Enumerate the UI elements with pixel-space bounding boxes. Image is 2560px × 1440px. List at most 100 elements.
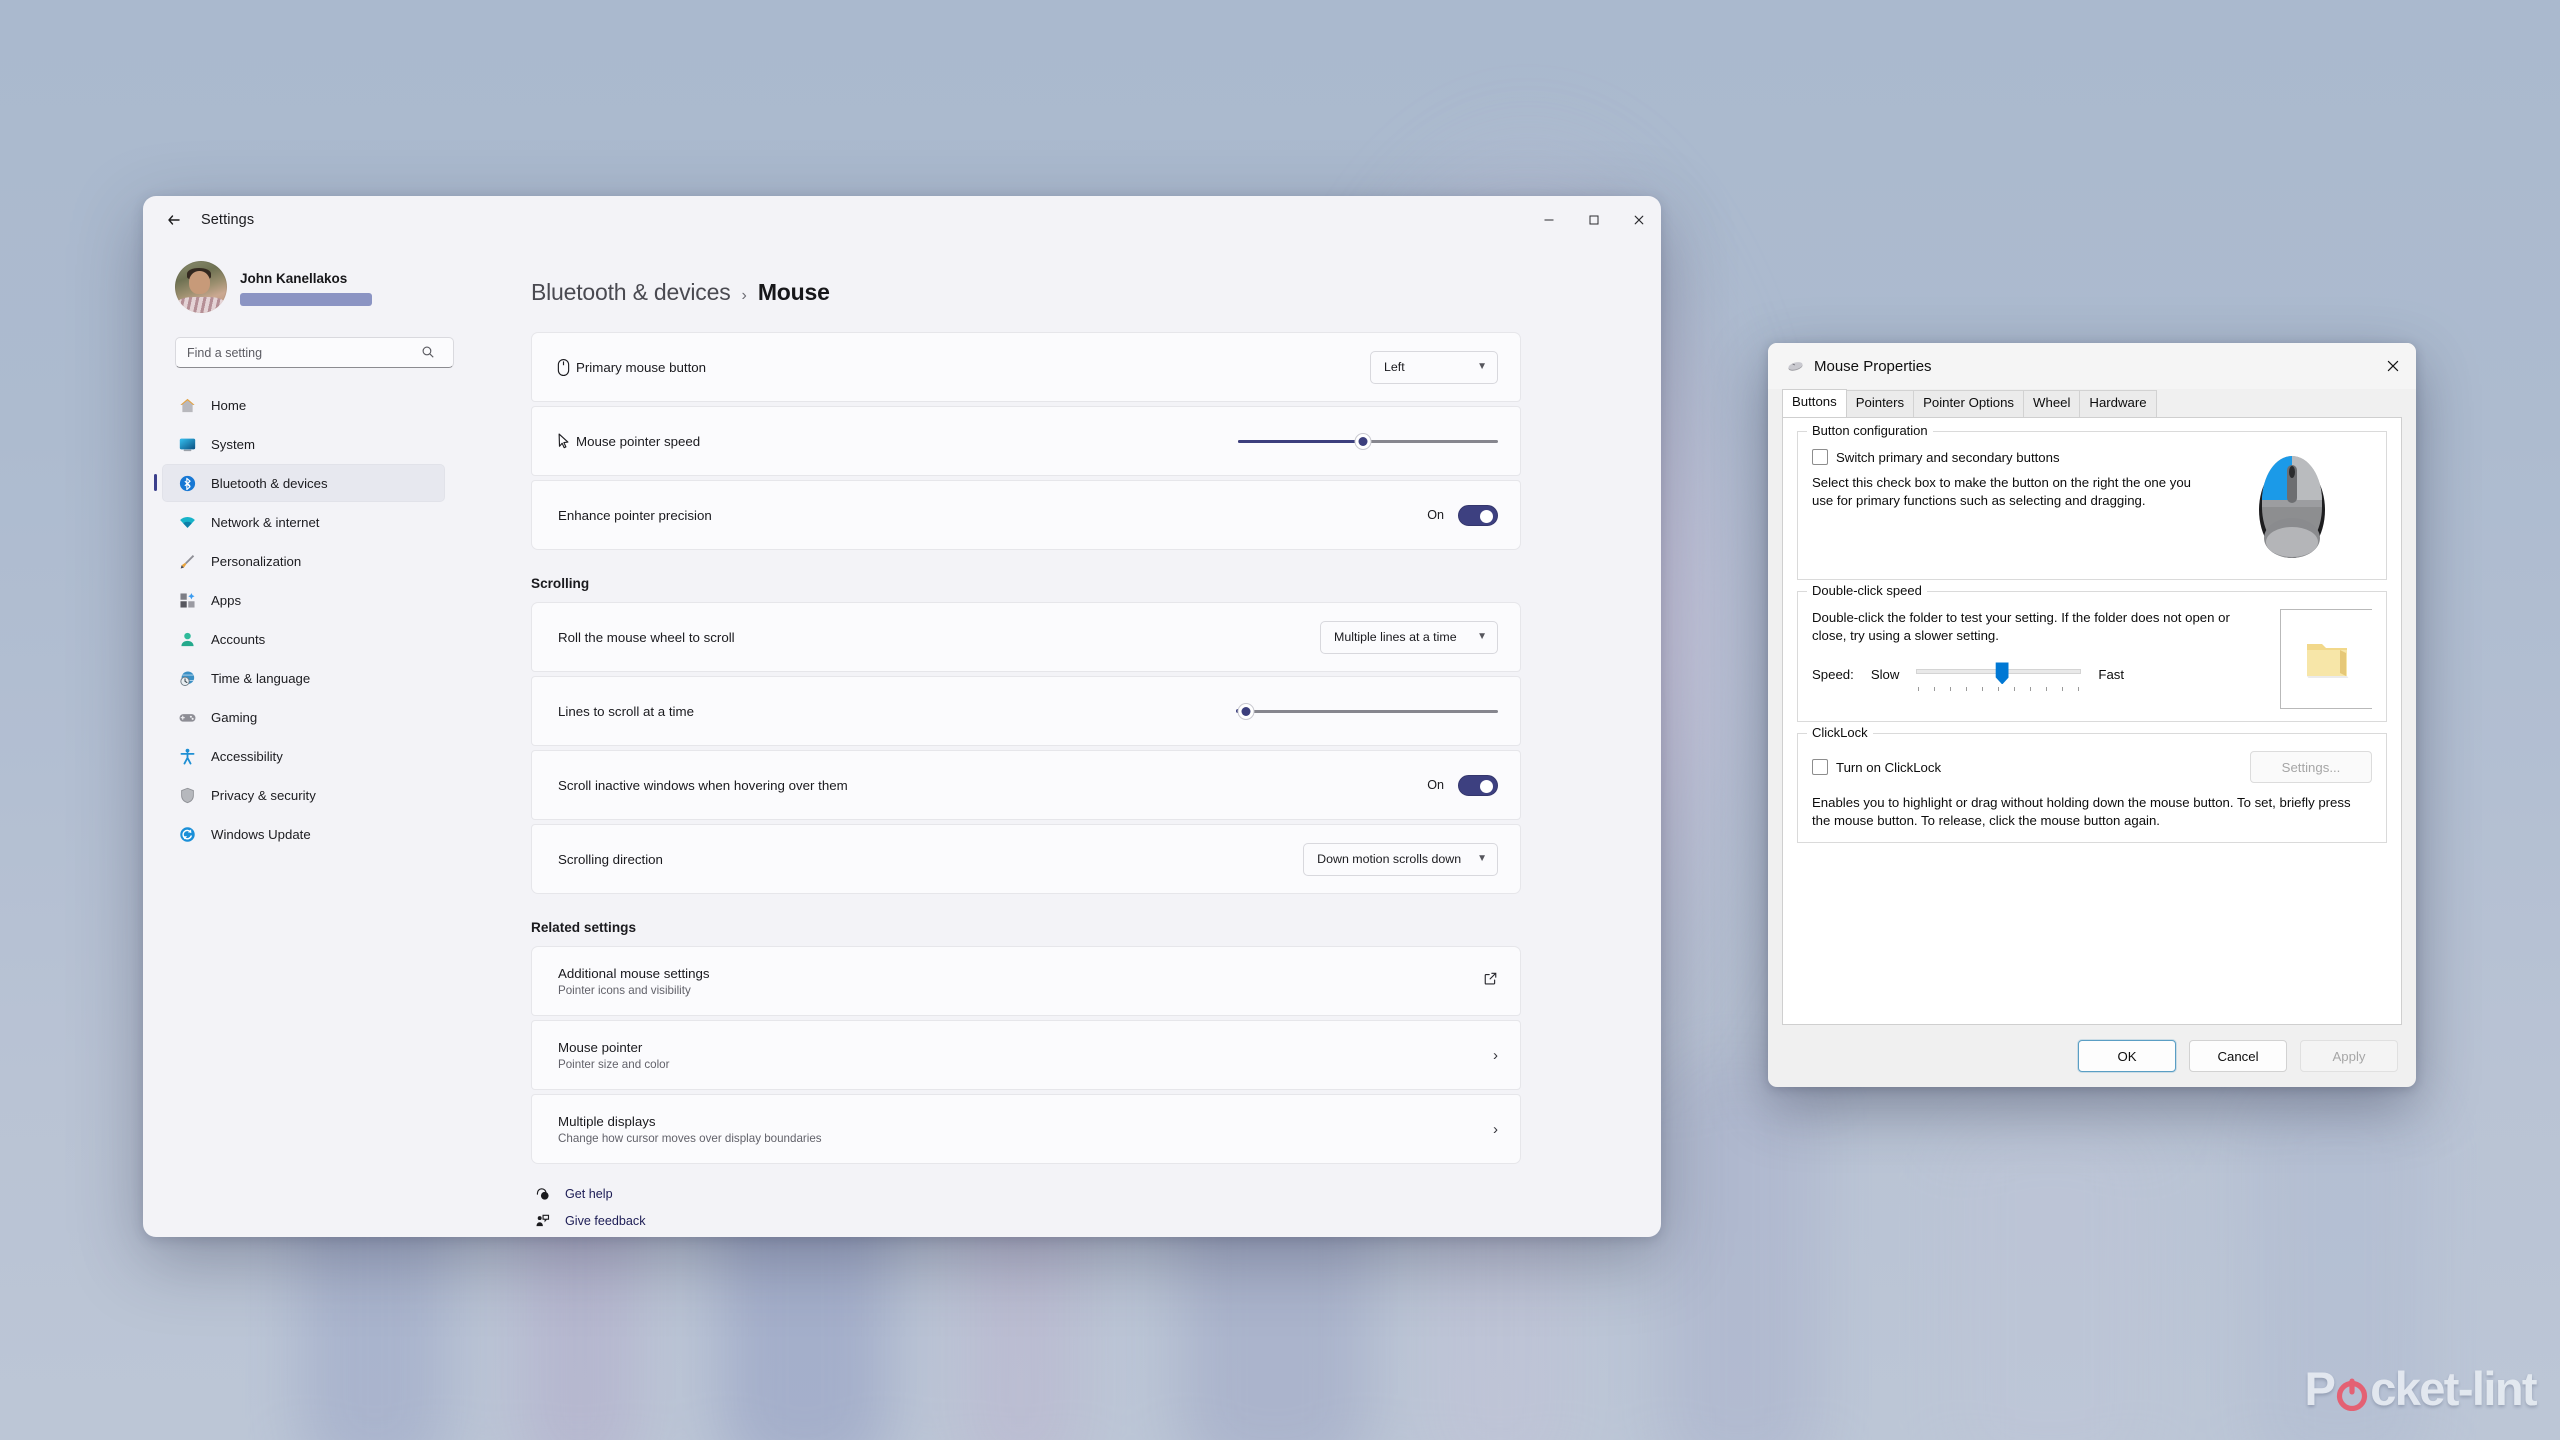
group-clicklock: ClickLock Turn on ClickLock Settings... … [1797,725,2387,844]
group-description: Select this check box to make the button… [1812,475,2192,509]
close-button[interactable] [1616,196,1661,243]
row-scrolling-direction[interactable]: Scrolling direction Down motion scrolls … [531,824,1521,894]
row-multiple-displays[interactable]: Multiple displays Change how cursor move… [531,1094,1521,1164]
roll-mouse-wheel-dropdown[interactable]: Multiple lines at a time ▼ [1320,620,1498,654]
lines-to-scroll-slider[interactable] [1236,701,1498,721]
sidebar-item-accounts[interactable]: Accounts [162,620,445,658]
sidebar-item-home[interactable]: Home [162,386,445,424]
apply-button: Apply [2300,1040,2398,1072]
sidebar-item-accessibility[interactable]: Accessibility [162,737,445,775]
chevron-down-icon: ▼ [1477,631,1487,642]
page-title: Mouse [757,279,830,305]
give-feedback-link[interactable]: Give feedback [531,1213,1521,1228]
group-description: Enables you to highlight or drag without… [1812,795,2351,829]
scrolling-section-heading: Scrolling [531,576,590,591]
switch-buttons-checkbox-row[interactable]: Switch primary and secondary buttons [1812,449,2198,465]
minimize-button[interactable] [1526,196,1571,243]
row-mouse-pointer-speed[interactable]: Mouse pointer speed [531,406,1521,476]
sidebar-item-label: Apps [211,592,242,608]
slider-thumb[interactable] [1237,702,1255,720]
tab-pointer-options[interactable]: Pointer Options [1913,390,2025,417]
row-enhance-pointer-precision[interactable]: Enhance pointer precision On [531,480,1521,550]
back-button[interactable] [156,205,192,235]
mouse-properties-dialog: Mouse Properties Buttons Pointers Pointe… [1768,343,2416,1087]
folder-preview-image[interactable] [2280,609,2372,709]
group-description: Double-click the folder to test your set… [1812,610,2230,644]
row-label: Mouse pointer speed [576,433,701,449]
sidebar-item-windows-update[interactable]: Windows Update [162,815,445,853]
sidebar-item-label: Accessibility [211,748,283,764]
search-input[interactable]: Find a setting [175,337,454,368]
get-help-link[interactable]: ? Get help [531,1186,1521,1201]
sidebar-item-network-internet[interactable]: Network & internet [162,503,445,541]
checkbox[interactable] [1812,759,1828,775]
scroll-inactive-toggle[interactable] [1458,774,1498,796]
dropdown-value: Multiple lines at a time [1334,630,1457,644]
checkbox-label: Switch primary and secondary buttons [1836,449,2060,465]
row-lines-to-scroll[interactable]: Lines to scroll at a time [531,676,1521,746]
sidebar-item-system[interactable]: System [162,425,445,463]
row-scroll-inactive-windows[interactable]: Scroll inactive windows when hovering ov… [531,750,1521,820]
dialog-titlebar: Mouse Properties [1768,343,2416,389]
primary-mouse-button-dropdown[interactable]: Left ▼ [1370,350,1498,384]
row-roll-mouse-wheel[interactable]: Roll the mouse wheel to scroll Multiple … [531,602,1521,672]
link-label: Get help [565,1186,613,1201]
row-mouse-pointer[interactable]: Mouse pointer Pointer size and color › [531,1020,1521,1090]
row-label: Roll the mouse wheel to scroll [558,629,735,645]
user-profile[interactable]: John Kanellakos [162,243,445,317]
maximize-button[interactable] [1571,196,1616,243]
settings-sidebar: John Kanellakos Find a setting Home Syst… [143,243,463,1237]
sidebar-item-time-language[interactable]: Time & language [162,659,445,697]
clicklock-checkbox-row[interactable]: Turn on ClickLock [1812,759,1941,775]
group-button-configuration: Button configuration Switch primary and … [1797,423,2387,580]
pocketlint-watermark: P cket-lint [2304,1361,2537,1416]
shield-icon [177,785,198,806]
ok-button[interactable]: OK [2078,1040,2176,1072]
slow-label: Slow [1870,666,1900,682]
dialog-close-button[interactable] [2370,343,2416,389]
slider-thumb[interactable] [1354,432,1372,450]
settings-window: Settings John Kanellakos Find a setting … [143,196,1661,1237]
mouse-icon [550,358,576,377]
tab-pointers[interactable]: Pointers [1845,390,1915,417]
sidebar-item-gaming[interactable]: Gaming [162,698,445,736]
home-icon [177,395,198,416]
dialog-tabs: Buttons Pointers Pointer Options Wheel H… [1768,389,2416,417]
row-sublabel: Pointer icons and visibility [558,983,691,997]
sidebar-item-label: Bluetooth & devices [211,475,328,491]
slider-track [1238,709,1498,713]
profile-name: John Kanellakos [240,270,348,286]
sidebar-item-personalization[interactable]: Personalization [162,542,445,580]
tab-wheel[interactable]: Wheel [2023,390,2081,417]
enhance-pointer-precision-toggle[interactable] [1458,504,1498,526]
tab-hardware[interactable]: Hardware [2079,390,2157,417]
person-icon [177,629,198,650]
group-label: Button configuration [1807,423,1933,438]
bluetooth-icon [177,473,198,494]
row-additional-mouse-settings[interactable]: Additional mouse settings Pointer icons … [531,946,1521,1016]
cancel-button[interactable]: Cancel [2189,1040,2287,1072]
speed-label: Speed: [1812,666,1854,682]
clicklock-settings-button[interactable]: Settings... [2250,751,2372,783]
sidebar-item-privacy-security[interactable]: Privacy & security [162,776,445,814]
tab-buttons[interactable]: Buttons [1782,389,1847,417]
sidebar-item-bluetooth-devices[interactable]: Bluetooth & devices [154,464,445,502]
dialog-title: Mouse Properties [1814,357,1932,375]
search-icon [421,345,435,364]
dialog-panel-buttons: Button configuration Switch primary and … [1782,417,2402,1025]
slider-thumb[interactable] [1995,662,2009,685]
scrolling-direction-dropdown[interactable]: Down motion scrolls down ▼ [1303,842,1498,876]
wifi-icon [177,512,198,533]
sidebar-item-label: Windows Update [211,826,311,842]
avatar [175,261,227,313]
related-settings-heading: Related settings [531,920,636,935]
row-primary-mouse-button[interactable]: Primary mouse button Left ▼ [531,332,1521,402]
checkbox[interactable] [1812,449,1828,465]
breadcrumb-parent[interactable]: Bluetooth & devices [531,279,731,306]
sidebar-item-apps[interactable]: Apps [162,581,445,619]
mouse-pointer-speed-slider[interactable] [1238,431,1498,451]
double-click-speed-slider[interactable] [1916,658,2082,692]
checkbox-label: Turn on ClickLock [1836,759,1942,775]
profile-email-redacted [240,292,372,306]
accessibility-icon [177,746,198,767]
